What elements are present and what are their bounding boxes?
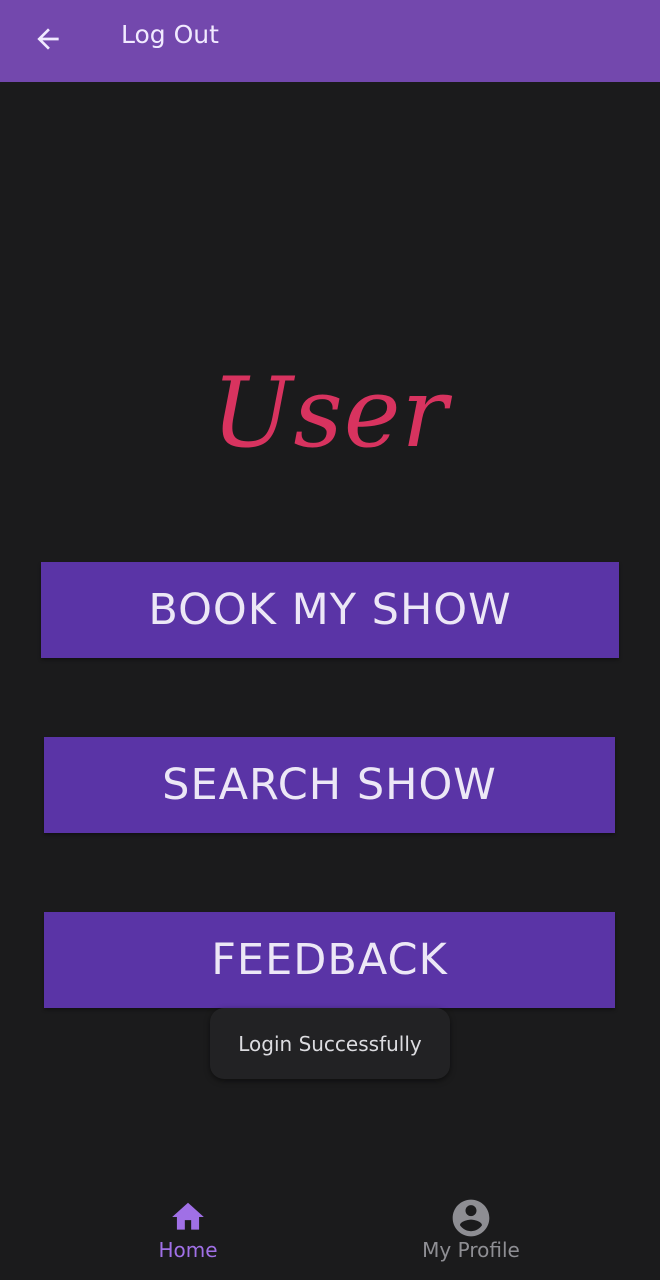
nav-item-my-profile[interactable]: My Profile xyxy=(306,1180,636,1280)
nav-item-home[interactable]: Home xyxy=(23,1180,353,1280)
book-my-show-button[interactable]: BOOK MY SHOW xyxy=(41,562,619,658)
back-button[interactable] xyxy=(22,13,74,65)
app-bar: Log Out xyxy=(0,0,660,82)
bottom-navigation: Home My Profile xyxy=(0,1180,660,1280)
arrow-left-icon xyxy=(37,28,59,50)
search-show-button[interactable]: SEARCH SHOW xyxy=(44,737,615,833)
toast-message: Login Successfully xyxy=(210,1008,450,1079)
nav-label-home: Home xyxy=(158,1238,218,1262)
nav-label-my-profile: My Profile xyxy=(422,1238,520,1262)
hero-title: User xyxy=(211,357,449,469)
home-icon xyxy=(172,1202,204,1230)
page-title: Log Out xyxy=(121,20,219,49)
account-circle-icon xyxy=(452,1199,490,1237)
feedback-button[interactable]: FEEDBACK xyxy=(44,912,615,1008)
